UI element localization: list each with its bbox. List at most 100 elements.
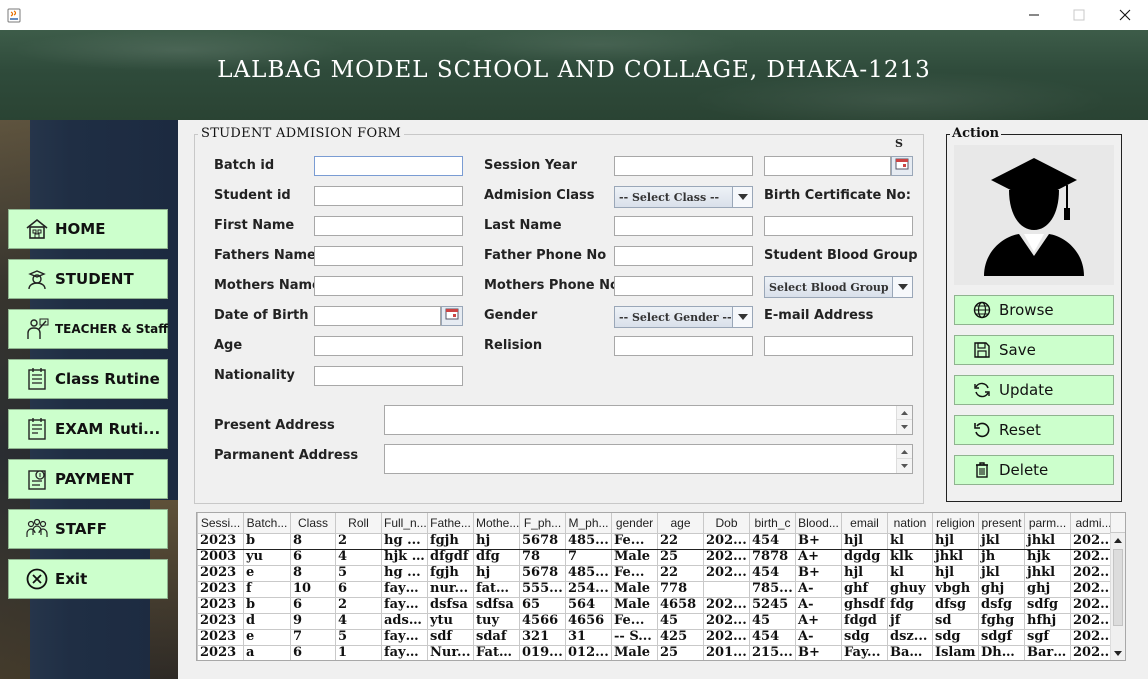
table-cell[interactable]: 25 — [657, 644, 704, 660]
student-id-field[interactable] — [314, 186, 463, 206]
table-cell[interactable]: 2023 — [197, 580, 244, 598]
table-cell[interactable]: 4 — [335, 612, 382, 630]
table-row[interactable]: 2023 f 10 6 fays... nur... fate... 555... 254...… — [197, 580, 1117, 598]
table-cell[interactable]: B+ — [795, 564, 842, 582]
table-cell[interactable]: sdaf — [473, 628, 520, 646]
birth-certificate-field[interactable] — [764, 216, 913, 236]
table-cell[interactable]: fays... — [381, 596, 428, 614]
table-cell[interactable]: 778 — [657, 580, 704, 598]
table-cell[interactable]: f — [243, 580, 291, 598]
update-button[interactable]: Update — [954, 375, 1114, 405]
nationality-field[interactable] — [314, 366, 463, 386]
table-cell[interactable]: dsz... — [887, 628, 933, 646]
table-cell[interactable]: b — [243, 532, 291, 550]
table-cell[interactable]: sdg — [841, 628, 888, 646]
table-cell[interactable]: ghf — [841, 580, 888, 598]
table-cell[interactable]: sdg — [932, 628, 979, 646]
father-phone-field[interactable] — [614, 246, 753, 266]
column-header[interactable]: birth_c — [749, 513, 796, 534]
table-cell[interactable]: nur... — [427, 580, 474, 598]
nav-student-button[interactable]: STUDENT — [8, 259, 168, 299]
table-cell[interactable]: d — [243, 612, 291, 630]
table-cell[interactable]: 564 — [565, 596, 612, 614]
table-cell[interactable]: 5245 — [749, 596, 796, 614]
table-cell[interactable]: fays... — [381, 580, 428, 598]
table-cell[interactable]: 2023 — [197, 564, 244, 582]
table-cell[interactable]: 4656 — [565, 612, 612, 630]
table-cell[interactable]: e — [243, 628, 291, 646]
table-cell[interactable]: 202... — [703, 612, 750, 630]
table-cell[interactable]: jh — [978, 548, 1025, 566]
table-cell[interactable]: hjl — [932, 532, 979, 550]
table-cell[interactable]: 202... — [703, 628, 750, 646]
table-cell[interactable]: 202... — [703, 564, 750, 582]
save-button[interactable]: Save — [954, 335, 1114, 365]
table-cell[interactable]: 2023 — [197, 628, 244, 646]
table-cell[interactable]: Bari... — [1024, 644, 1071, 660]
table-cell[interactable]: 78 — [519, 548, 566, 566]
table-cell[interactable]: Male — [611, 548, 658, 566]
table-cell[interactable]: A- — [795, 628, 842, 646]
table-cell[interactable]: e — [243, 564, 291, 582]
table-cell[interactable]: ytu — [427, 612, 474, 630]
table-cell[interactable]: Male — [611, 596, 658, 614]
column-header[interactable]: gender — [611, 513, 658, 534]
table-cell[interactable]: 22 — [657, 564, 704, 582]
table-cell[interactable]: sdfsa — [473, 596, 520, 614]
table-cell[interactable]: Fe... — [611, 564, 658, 582]
table-cell[interactable]: kl — [887, 532, 933, 550]
session-year-field[interactable] — [614, 156, 753, 176]
table-cell[interactable]: dfsg — [932, 596, 979, 614]
table-scrollbar[interactable] — [1110, 533, 1125, 660]
scroll-down-icon[interactable] — [897, 459, 912, 473]
table-cell[interactable]: 8 — [290, 532, 336, 550]
table-cell[interactable]: 2003 — [197, 548, 244, 566]
table-cell[interactable]: 5678 — [519, 564, 566, 582]
table-cell[interactable]: adsf... — [381, 612, 428, 630]
close-button[interactable] — [1102, 0, 1148, 30]
table-cell[interactable]: 10 — [290, 580, 336, 598]
table-cell[interactable]: Islam — [932, 644, 979, 660]
scroll-up-icon[interactable] — [897, 406, 912, 420]
table-cell[interactable]: 2023 — [197, 532, 244, 550]
nav-home-button[interactable]: HOME — [8, 209, 168, 249]
table-cell[interactable]: sgf — [1024, 628, 1071, 646]
table-cell[interactable]: jhkl — [932, 548, 979, 566]
table-cell[interactable]: tuy — [473, 612, 520, 630]
session-calendar-button[interactable] — [891, 156, 913, 176]
column-header[interactable]: M_ph... — [565, 513, 612, 534]
religion-field[interactable] — [614, 336, 753, 356]
table-cell[interactable]: vbgh — [932, 580, 979, 598]
table-cell[interactable]: dsfsa — [427, 596, 474, 614]
table-cell[interactable]: yu — [243, 548, 291, 566]
column-header[interactable]: nation — [887, 513, 933, 534]
mothers-name-field[interactable] — [314, 276, 463, 296]
table-row[interactable]: 2023 a 6 1 fays... Nur... Fate... 019... 012... M… — [197, 644, 1117, 660]
column-header[interactable]: Fathe... — [427, 513, 474, 534]
table-cell[interactable]: B+ — [795, 532, 842, 550]
table-cell[interactable]: 201... — [703, 644, 750, 660]
column-header[interactable]: Class — [290, 513, 336, 534]
admission-class-select[interactable]: -- Select Class -- — [614, 186, 753, 208]
permanent-address-field[interactable] — [384, 444, 913, 474]
table-cell[interactable]: 2 — [335, 532, 382, 550]
delete-button[interactable]: Delete — [954, 455, 1114, 485]
table-cell[interactable]: hj — [473, 532, 520, 550]
table-cell[interactable]: hj — [473, 564, 520, 582]
table-cell[interactable]: dfg — [473, 548, 520, 566]
table-cell[interactable]: Fe... — [611, 532, 658, 550]
table-cell[interactable]: B+ — [795, 644, 842, 660]
table-cell[interactable]: Nur... — [427, 644, 474, 660]
table-cell[interactable]: 485... — [565, 532, 612, 550]
column-header[interactable]: F_ph... — [519, 513, 566, 534]
maximize-button[interactable] — [1056, 0, 1102, 30]
table-cell[interactable]: dsfg — [978, 596, 1025, 614]
fathers-name-field[interactable] — [314, 246, 463, 266]
table-cell[interactable]: 321 — [519, 628, 566, 646]
first-name-field[interactable] — [314, 216, 463, 236]
table-cell[interactable]: 202... — [703, 596, 750, 614]
table-cell[interactable]: 5678 — [519, 532, 566, 550]
table-cell[interactable]: jkl — [978, 564, 1025, 582]
table-cell[interactable]: sdgf — [978, 628, 1025, 646]
present-address-scrollbar[interactable] — [896, 406, 912, 434]
